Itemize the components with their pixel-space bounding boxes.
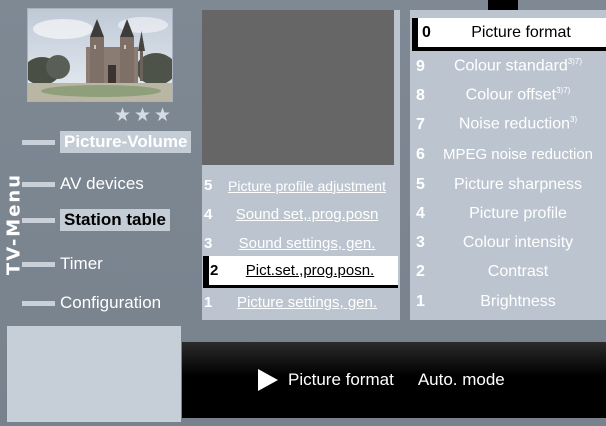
submenu-item-picture-settings-gen[interactable]: 1 Picture settings, gen.: [203, 288, 398, 317]
submenu-item-picture-profile-adjustment[interactable]: 5 Picture profile adjustment: [203, 171, 398, 200]
submenu-item-label: Sound set,.prog.posn: [235, 206, 379, 223]
option-picture-format[interactable]: 0 Picture format: [412, 18, 606, 51]
option-picture-sharpness[interactable]: 5 Picture sharpness: [412, 170, 606, 199]
option-label: Noise reduction: [458, 115, 571, 133]
city-gate-illustration: [28, 9, 172, 101]
option-mpeg-noise-reduction[interactable]: 6 MPEG noise reduction: [412, 140, 606, 169]
picture-preview: [202, 10, 394, 165]
option-brightness[interactable]: 1 Brightness: [412, 287, 606, 316]
submenu-item-number: 4: [204, 206, 213, 223]
menu-dash-icon: [22, 261, 55, 267]
menu-item-timer[interactable]: Timer: [22, 250, 200, 278]
option-footnote: 3)7): [567, 57, 583, 67]
menu-dash-icon: [22, 300, 55, 306]
option-colour-offset[interactable]: 8 Colour offset3)7): [412, 81, 606, 110]
submenu-item-label: Picture profile adjustment: [228, 177, 386, 194]
option-number: 9: [416, 57, 425, 75]
option-noise-reduction[interactable]: 7 Noise reduction3): [412, 110, 606, 139]
option-colour-standard[interactable]: 9 Colour standard3)7): [412, 52, 606, 81]
option-label: MPEG noise reduction: [442, 146, 594, 163]
play-arrow-icon: [258, 369, 278, 391]
submenu-item-number: 3: [204, 235, 213, 252]
menu-item-av-devices[interactable]: AV devices: [22, 170, 200, 198]
option-contrast[interactable]: 2 Contrast: [412, 257, 606, 286]
menu-item-picture-volume[interactable]: Picture-Volume: [22, 128, 200, 156]
option-number: 1: [416, 292, 425, 310]
submenu-item-number: 1: [204, 294, 213, 311]
option-label: Picture format: [471, 23, 571, 41]
option-footnote: 3): [570, 115, 578, 125]
submenu-item-label: Picture settings, gen.: [236, 294, 378, 311]
option-picture-profile[interactable]: 4 Picture profile: [412, 199, 606, 228]
option-number: 4: [416, 204, 425, 222]
menu-dash-icon: [22, 181, 55, 187]
menu-item-label: Timer: [60, 254, 103, 273]
option-number: 3: [416, 233, 425, 251]
option-number: 7: [416, 115, 425, 133]
menu-dash-icon: [22, 217, 55, 223]
option-label: Contrast: [487, 262, 549, 280]
menu-item-configuration[interactable]: Configuration: [22, 289, 200, 317]
bottom-info-box: [7, 326, 181, 422]
option-label: Colour standard: [453, 57, 568, 75]
submenu-item-pict-set-prog-posn[interactable]: 2 Pict.set.,prog.posn.: [203, 256, 398, 288]
submenu-item-number: 5: [204, 177, 213, 194]
option-label: Brightness: [480, 292, 556, 310]
menu-item-label: Configuration: [60, 293, 162, 312]
option-number: 0: [422, 23, 431, 41]
panel-tab-marker: [488, 0, 518, 10]
menu-item-label: AV devices: [60, 174, 144, 193]
submenu-item-label: Sound settings, gen.: [238, 235, 376, 252]
submenu-item-sound-set-prog-posn[interactable]: 4 Sound set,.prog.posn: [203, 200, 398, 229]
menu-item-station-table[interactable]: Station table: [22, 206, 200, 234]
option-label: Picture sharpness: [453, 175, 583, 193]
option-label: Colour intensity: [462, 233, 574, 251]
status-line: Picture format Auto. mode: [258, 366, 505, 394]
option-number: 6: [416, 145, 425, 163]
submenu-item-label: Pict.set.,prog.posn.: [245, 262, 375, 279]
city-gate-photo: [27, 8, 173, 102]
menu-dash-icon: [22, 139, 55, 145]
option-label: Colour offset: [465, 86, 557, 104]
option-footnote: 3)7): [556, 86, 571, 96]
option-number: 8: [416, 86, 425, 104]
option-number: 5: [416, 175, 425, 193]
submenu-item-number: 2: [210, 262, 219, 279]
status-item: Picture format: [288, 370, 394, 389]
option-label: Picture profile: [469, 204, 567, 222]
submenu-item-sound-settings-gen[interactable]: 3 Sound settings, gen.: [203, 229, 398, 258]
option-colour-intensity[interactable]: 3 Colour intensity: [412, 228, 606, 257]
menu-item-label: Station table: [60, 209, 171, 231]
rating-stars: ★★★: [113, 105, 175, 126]
status-value: Auto. mode: [417, 370, 505, 389]
option-number: 2: [416, 262, 425, 280]
menu-item-label: Picture-Volume: [60, 131, 192, 153]
